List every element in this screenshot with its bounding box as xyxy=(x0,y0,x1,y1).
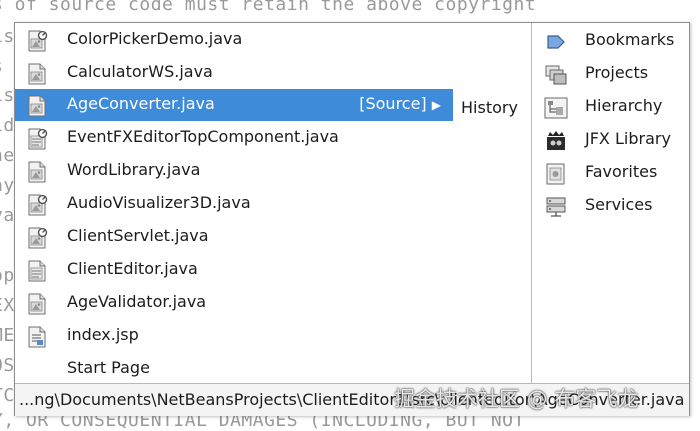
java-form-icon xyxy=(26,260,48,282)
window-name: Favorites xyxy=(585,162,658,181)
file-name: WordLibrary.java xyxy=(67,160,201,179)
file-name: CalculatorWS.java xyxy=(67,62,213,81)
code-line: id xyxy=(0,115,15,136)
file-item-index-jsp[interactable]: index.jsp xyxy=(15,320,531,352)
window-name: Hierarchy xyxy=(585,96,663,115)
file-item-clientservlet[interactable]: ClientServlet.java xyxy=(15,221,531,253)
recent-files-list: ColorPickerDemo.java CalculatorWS.java A… xyxy=(15,23,531,383)
file-name: ClientServlet.java xyxy=(67,226,209,245)
java-file-modified-icon xyxy=(26,227,48,249)
jfx-library-icon xyxy=(547,131,565,150)
file-item-agevalidator[interactable]: AgeValidator.java xyxy=(15,287,531,319)
window-item-hierarchy[interactable]: Hierarchy xyxy=(532,91,689,123)
file-item-eventfxeditortopcomponent[interactable]: EventFXEditorTopComponent.java xyxy=(15,122,531,154)
file-name: index.jsp xyxy=(67,325,139,344)
hierarchy-icon xyxy=(544,97,568,119)
java-file-modified-icon xyxy=(26,30,48,52)
code-line: op xyxy=(0,265,15,286)
code-line: is xyxy=(0,85,15,106)
window-item-projects[interactable]: Projects xyxy=(532,58,689,90)
jsp-file-icon xyxy=(28,326,46,348)
window-item-bookmarks[interactable]: Bookmarks xyxy=(532,25,689,57)
history-menu-item[interactable]: History xyxy=(461,98,518,117)
code-line: TC xyxy=(0,385,15,406)
code-line: is xyxy=(0,26,15,47)
file-name: EventFXEditorTopComponent.java xyxy=(67,127,339,146)
projects-icon xyxy=(545,65,567,85)
code-line: EX xyxy=(0,295,15,316)
file-item-start-page[interactable]: Start Page xyxy=(15,353,531,385)
java-file-icon xyxy=(26,63,48,85)
file-name: Start Page xyxy=(67,358,150,377)
code-line: OS xyxy=(0,355,15,376)
window-item-jfx-library[interactable]: JFX Library xyxy=(532,124,689,156)
file-item-calculatorws[interactable]: CalculatorWS.java xyxy=(15,57,531,89)
java-file-icon xyxy=(26,293,48,315)
window-name: JFX Library xyxy=(585,129,671,148)
file-item-colorpickerdemo[interactable]: ColorPickerDemo.java xyxy=(15,24,531,56)
source-submenu-indicator[interactable]: [Source] ▶ xyxy=(359,94,441,113)
window-item-favorites[interactable]: Favorites xyxy=(532,157,689,189)
window-name: Services xyxy=(585,195,653,214)
code-line: s xyxy=(0,56,3,77)
code-line: ME xyxy=(0,325,15,346)
java-file-icon xyxy=(26,95,48,117)
submenu-arrow-icon: ▶ xyxy=(431,98,441,112)
file-name: ColorPickerDemo.java xyxy=(67,29,243,48)
window-item-services[interactable]: Services xyxy=(532,190,689,222)
java-file-icon xyxy=(26,161,48,183)
window-name: Bookmarks xyxy=(585,30,675,49)
file-name: AgeConverter.java xyxy=(67,94,215,113)
code-line: ne xyxy=(0,145,15,166)
file-item-clienteditor[interactable]: ClientEditor.java xyxy=(15,254,531,286)
services-icon xyxy=(546,197,566,217)
file-item-ageconverter[interactable]: AgeConverter.java [Source] ▶ xyxy=(15,89,453,121)
code-line: ay xyxy=(0,175,15,196)
java-file-modified-icon xyxy=(26,194,48,216)
watermark: 掘金技术社区 @ 布客飞龙 xyxy=(394,387,639,411)
windows-list: Bookmarks Projects Hierarchy JFX Library… xyxy=(532,23,689,383)
favorites-icon xyxy=(546,163,565,185)
window-name: Projects xyxy=(585,63,649,82)
source-label: [Source] xyxy=(359,94,427,113)
code-line: s of source code must retain the above c… xyxy=(0,0,537,15)
file-name: AudioVisualizer3D.java xyxy=(67,193,251,212)
file-name: ClientEditor.java xyxy=(67,259,198,278)
bookmarks-icon xyxy=(547,35,565,49)
file-name: AgeValidator.java xyxy=(67,292,207,311)
java-form-modified-icon xyxy=(26,128,48,150)
file-item-audiovisualizer3d[interactable]: AudioVisualizer3D.java xyxy=(15,188,531,220)
file-item-wordlibrary[interactable]: WordLibrary.java xyxy=(15,155,531,187)
recent-files-popup: ColorPickerDemo.java CalculatorWS.java A… xyxy=(14,22,690,416)
code-line: va xyxy=(0,205,15,226)
